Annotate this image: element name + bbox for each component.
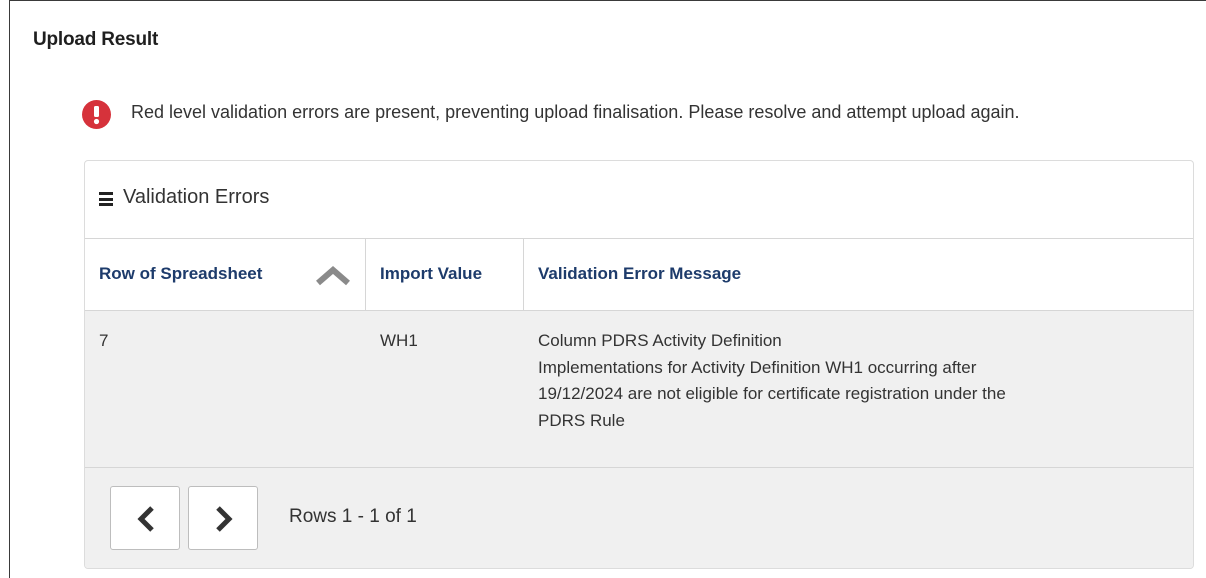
cell-import-value: WH1 bbox=[380, 331, 418, 350]
pagination: Rows 1 - 1 of 1 bbox=[85, 468, 1193, 568]
alert-message: Red level validation errors are present,… bbox=[131, 102, 1020, 122]
chevron-right-icon bbox=[216, 506, 233, 532]
pagination-summary: Rows 1 - 1 of 1 bbox=[289, 506, 417, 527]
chevron-up-icon bbox=[316, 266, 350, 286]
message-line: PDRS Rule bbox=[538, 410, 625, 430]
table-row: 7 WH1 Column PDRS Activity Definition Im… bbox=[85, 311, 1193, 468]
cell-row-of-spreadsheet: 7 bbox=[99, 331, 109, 350]
section-title: Upload Result bbox=[33, 29, 159, 50]
exclamation-circle-icon bbox=[82, 100, 111, 129]
menu-icon bbox=[99, 192, 113, 206]
message-line: 19/12/2024 are not eligible for certific… bbox=[538, 384, 1006, 403]
validation-errors-panel: Validation Errors Row of Spreadsheet Imp… bbox=[84, 160, 1194, 569]
column-header-row-of-spreadsheet[interactable]: Row of Spreadsheet bbox=[85, 239, 366, 311]
next-page-button[interactable] bbox=[188, 486, 258, 550]
cell-validation-error-message: Column PDRS Activity Definition Implemen… bbox=[538, 328, 1178, 434]
previous-page-button[interactable] bbox=[110, 486, 180, 550]
panel-header: Validation Errors bbox=[85, 161, 1193, 239]
message-line: Column PDRS Activity Definition bbox=[538, 331, 782, 350]
chevron-left-icon bbox=[137, 506, 154, 532]
column-header-validation-error-message[interactable]: Validation Error Message bbox=[524, 239, 1193, 311]
panel-title: Validation Errors bbox=[123, 186, 270, 208]
table-header: Row of Spreadsheet Import Value Validati… bbox=[85, 239, 1193, 311]
message-line: Implementations for Activity Definition … bbox=[538, 357, 977, 377]
column-header-import-value[interactable]: Import Value bbox=[366, 239, 524, 311]
